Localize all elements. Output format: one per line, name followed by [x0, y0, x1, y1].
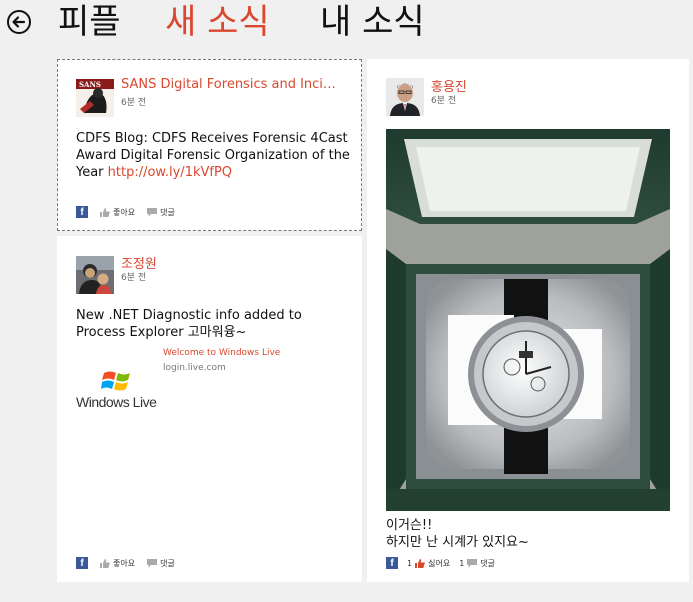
comment-button[interactable]: 댓글	[480, 558, 495, 569]
svg-text:SANS: SANS	[79, 80, 101, 89]
post-time: 6분 전	[431, 96, 457, 106]
post-text-line-2: 하지만 난 시계가 있지요~	[386, 535, 529, 550]
like-button[interactable]: 싫어요	[428, 558, 450, 569]
facebook-icon: f	[76, 557, 88, 569]
post-text: New .NET Diagnostic info added to Proces…	[76, 308, 302, 340]
post-text-line-1: 이거슨!!	[386, 518, 433, 533]
avatar[interactable]	[386, 78, 424, 116]
post-text: CDFS Blog: CDFS Receives Forensic 4Cast …	[76, 130, 351, 181]
feed-post[interactable]: SANS SANS Digital Forensics and Incid...…	[57, 59, 362, 231]
post-footer: f 좋아요 댓글	[76, 557, 187, 569]
comment-icon[interactable]	[147, 207, 158, 217]
post-author[interactable]: SANS Digital Forensics and Incid...	[121, 77, 343, 92]
comment-button[interactable]: 댓글	[160, 207, 175, 218]
comment-icon[interactable]	[467, 558, 478, 568]
thumbs-up-icon[interactable]	[100, 207, 110, 217]
tab-whats-new[interactable]: 새 소식	[165, 0, 270, 44]
like-count: 1	[407, 558, 413, 568]
post-time: 6분 전	[121, 273, 147, 283]
like-button[interactable]: 좋아요	[113, 558, 135, 569]
avatar[interactable]: SANS	[76, 79, 114, 117]
comment-count: 1	[459, 558, 465, 568]
feed-post[interactable]: 조정원 6분 전 New .NET Diagnostic info added …	[57, 236, 362, 582]
like-button[interactable]: 좋아요	[113, 207, 135, 218]
watch-photo	[386, 129, 670, 511]
link-preview-title[interactable]: Welcome to Windows Live	[163, 348, 280, 358]
thumbs-up-icon[interactable]	[415, 558, 425, 568]
feed-post[interactable]: 홍용진 6분 전 이거슨!! 하지만 난 시계가 있지요~ f 1 싫어요 1 …	[367, 59, 689, 582]
windows-live-logo-text: Windows Live	[76, 394, 157, 410]
post-footer: f 1 싫어요 1 댓글	[386, 557, 507, 569]
thumbs-up-icon[interactable]	[100, 558, 110, 568]
post-photo[interactable]	[386, 129, 670, 511]
post-link[interactable]: http://ow.ly/1kVfPQ	[108, 165, 232, 180]
comment-icon[interactable]	[147, 558, 158, 568]
tab-people[interactable]: 피플	[58, 0, 121, 44]
facebook-icon: f	[386, 557, 398, 569]
avatar[interactable]	[76, 256, 114, 294]
post-author[interactable]: 조정원	[121, 253, 321, 272]
comment-button[interactable]: 댓글	[160, 558, 175, 569]
back-arrow-icon	[12, 16, 26, 28]
post-footer: f 좋아요 댓글	[76, 206, 187, 218]
facebook-icon: f	[76, 206, 88, 218]
tab-me[interactable]: 내 소식	[320, 0, 425, 44]
post-author[interactable]: 홍용진	[431, 76, 631, 95]
link-preview-domain: login.live.com	[163, 363, 226, 373]
back-button[interactable]	[7, 10, 31, 34]
post-time: 6분 전	[121, 98, 147, 108]
